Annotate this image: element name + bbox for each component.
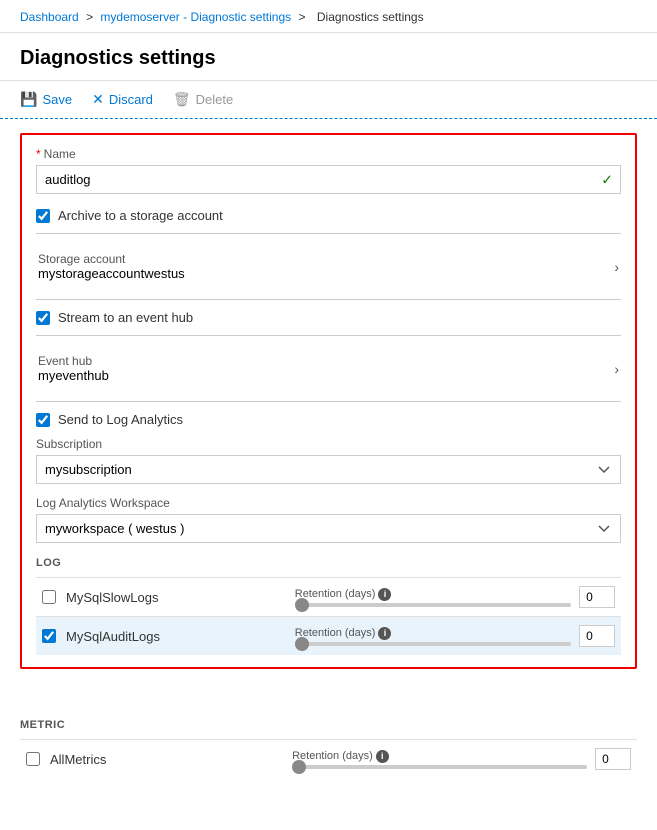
save-button[interactable]: 💾 Save [20, 91, 72, 108]
retention-section-1: Retention (days) i [295, 625, 615, 647]
metric-slider-wrapper-0 [292, 765, 587, 769]
subscription-select[interactable]: mysubscription [36, 455, 621, 484]
metric-retention-section-0: Retention (days) i [292, 748, 631, 770]
metric-section-header: METRIC [20, 719, 637, 731]
retention-section-0: Retention (days) i [295, 586, 615, 608]
event-hub-chevron: › [614, 361, 619, 377]
settings-container: *Name ✓ Archive to a storage account Sto… [20, 133, 637, 669]
save-icon: 💾 [20, 91, 37, 108]
metric-checkbox-0[interactable] [26, 752, 40, 766]
breadcrumb-sep1: > [86, 10, 93, 24]
event-hub-label: Event hub [38, 354, 109, 368]
divider-stream [36, 335, 621, 336]
save-label: Save [42, 92, 72, 107]
required-asterisk: * [36, 147, 41, 161]
log-name-1: MySqlAuditLogs [66, 629, 295, 644]
subscription-field: Subscription mysubscription [36, 437, 621, 484]
retention-slider-0[interactable] [295, 603, 571, 607]
metric-name-0: AllMetrics [50, 752, 292, 767]
event-hub-value: myeventhub [38, 368, 109, 383]
main-content: *Name ✓ Archive to a storage account Sto… [0, 119, 657, 705]
log-name-0: MySqlSlowLogs [66, 590, 295, 605]
event-hub-selector[interactable]: Event hub myeventhub › [36, 346, 621, 391]
subscription-label: Subscription [36, 437, 621, 451]
workspace-field: Log Analytics Workspace myworkspace ( we… [36, 496, 621, 543]
name-input[interactable] [36, 165, 621, 194]
delete-label: Delete [196, 92, 234, 107]
retention-input-1[interactable] [579, 625, 615, 647]
log-analytics-checkbox-label[interactable]: Send to Log Analytics [58, 412, 183, 427]
stream-checkbox-label[interactable]: Stream to an event hub [58, 310, 193, 325]
log-rows-container: MySqlSlowLogs Retention (days) i MySqlAu… [36, 577, 621, 655]
archive-checkbox-label[interactable]: Archive to a storage account [58, 208, 223, 223]
breadcrumb-current: Diagnostics settings [317, 10, 424, 24]
metric-row: AllMetrics Retention (days) i [20, 739, 637, 778]
archive-checkbox-row: Archive to a storage account [36, 208, 621, 223]
discard-label: Discard [109, 92, 153, 107]
log-checkbox-1[interactable] [42, 629, 56, 643]
stream-checkbox-row: Stream to an event hub [36, 310, 621, 325]
workspace-select[interactable]: myworkspace ( westus ) [36, 514, 621, 543]
discard-icon: ✕ [92, 91, 104, 108]
slider-wrapper-0 [295, 603, 571, 607]
storage-account-label: Storage account [38, 252, 185, 266]
log-row: MySqlAuditLogs Retention (days) i [36, 616, 621, 655]
workspace-label: Log Analytics Workspace [36, 496, 621, 510]
toolbar: 💾 Save ✕ Discard 🗑 Delete [0, 81, 657, 119]
storage-account-selector[interactable]: Storage account mystorageaccountwestus › [36, 244, 621, 289]
metric-rows-container: AllMetrics Retention (days) i [20, 739, 637, 778]
archive-checkbox[interactable] [36, 209, 50, 223]
divider-storage [36, 299, 621, 300]
metric-retention-input-0[interactable] [595, 748, 631, 770]
log-analytics-checkbox[interactable] [36, 413, 50, 427]
log-analytics-checkbox-row: Send to Log Analytics [36, 412, 621, 427]
breadcrumb-dashboard[interactable]: Dashboard [20, 10, 79, 24]
name-valid-icon: ✓ [601, 171, 613, 188]
breadcrumb-diagnostic[interactable]: mydemoserver - Diagnostic settings [100, 10, 291, 24]
stream-checkbox[interactable] [36, 311, 50, 325]
metric-retention-slider-0[interactable] [292, 765, 587, 769]
retention-input-0[interactable] [579, 586, 615, 608]
divider-eventhub [36, 401, 621, 402]
delete-icon: 🗑 [173, 91, 191, 108]
storage-account-value: mystorageaccountwestus [38, 266, 185, 281]
log-section-header: LOG [36, 557, 621, 569]
retention-slider-1[interactable] [295, 642, 571, 646]
log-row: MySqlSlowLogs Retention (days) i [36, 577, 621, 616]
divider-archive [36, 233, 621, 234]
name-field-label: *Name [36, 147, 621, 161]
log-checkbox-0[interactable] [42, 590, 56, 604]
slider-wrapper-1 [295, 642, 571, 646]
breadcrumb-sep2: > [299, 10, 306, 24]
page-title: Diagnostics settings [0, 33, 657, 81]
name-input-wrapper: ✓ [36, 165, 621, 194]
storage-account-chevron: › [614, 259, 619, 275]
delete-button[interactable]: 🗑 Delete [173, 91, 233, 108]
breadcrumb: Dashboard > mydemoserver - Diagnostic se… [0, 0, 657, 33]
metric-section: METRIC AllMetrics Retention (days) i [0, 719, 657, 778]
discard-button[interactable]: ✕ Discard [92, 91, 153, 108]
